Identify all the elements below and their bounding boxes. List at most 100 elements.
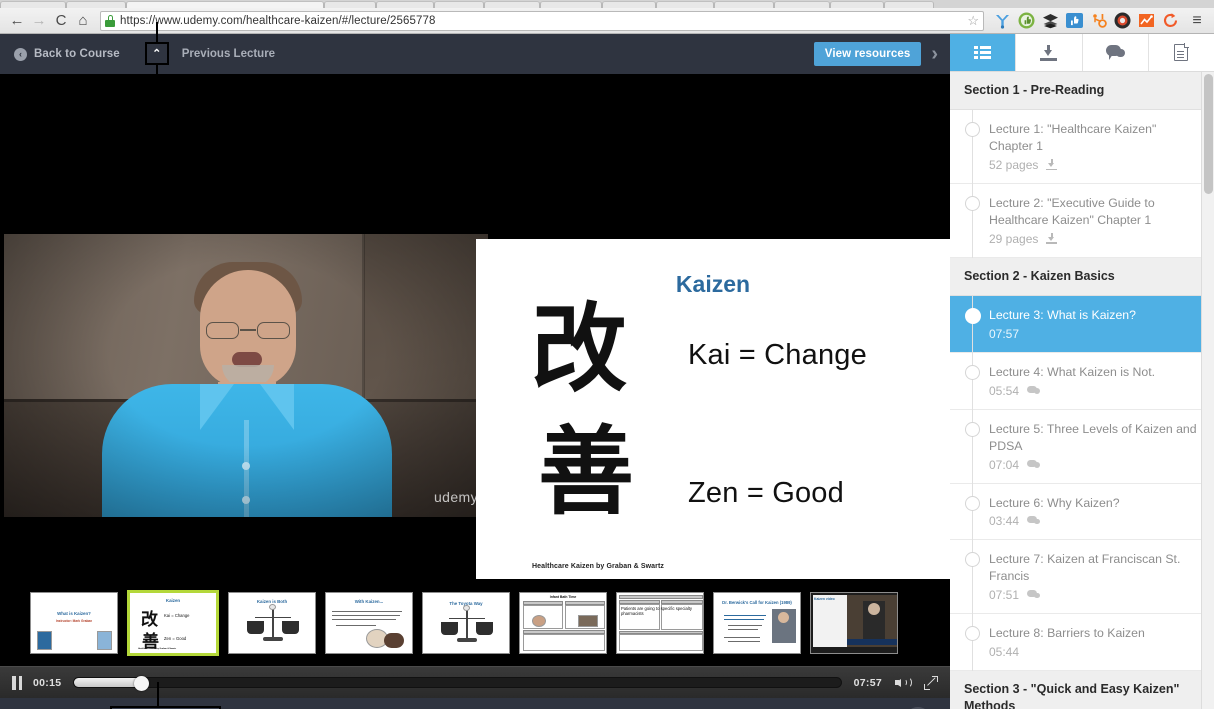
seek-slider[interactable]	[73, 676, 842, 691]
browser-tab-strip	[0, 0, 1214, 8]
fullscreen-icon[interactable]	[924, 675, 938, 690]
lecture-item[interactable]: Lecture 1: "Healthcare Kaizen" Chapter 1…	[950, 108, 1214, 184]
chat-icon[interactable]	[1027, 516, 1041, 526]
chat-icon[interactable]	[1027, 590, 1041, 600]
browser-tab[interactable]	[656, 1, 714, 8]
section-header: Section 2 - Kaizen Basics	[950, 257, 1214, 296]
chat-icon[interactable]	[1027, 459, 1041, 470]
back-icon[interactable]: ←	[6, 10, 28, 32]
thumbnail-sublabel: Instructor: Mark Graban	[55, 618, 93, 623]
browser-tab[interactable]	[484, 1, 540, 8]
tab-downloads[interactable]	[1016, 34, 1083, 71]
slide-thumbnail-active[interactable]: Kaizen 改 善 Kai = Change Zen = Good Healt…	[127, 589, 219, 656]
slide-thumbnail[interactable]: Kaizen is Both	[228, 591, 316, 654]
browser-tab[interactable]	[602, 1, 656, 8]
lecture-title: Lecture 5: Three Levels of Kaizen and PD…	[989, 421, 1197, 453]
lecture-nav-right: View resources ›	[813, 42, 950, 66]
completion-bullet[interactable]	[965, 121, 980, 137]
browser-tab[interactable]	[324, 1, 376, 8]
download-icon	[1040, 44, 1058, 61]
speaker-icon[interactable]	[895, 676, 912, 690]
back-to-course-link[interactable]: ‹ Back to Course	[0, 34, 134, 74]
scrollbar-thumb[interactable]	[1204, 74, 1213, 194]
lecture-item[interactable]: Lecture 7: Kaizen at Franciscan St. Fran…	[950, 539, 1214, 615]
bookmark-star-icon[interactable]: ☆	[961, 13, 979, 29]
browser-tab[interactable]	[66, 1, 126, 8]
lecture-item[interactable]: Lecture 8: Barriers to Kaizen 05:44	[950, 613, 1214, 672]
completion-bullet[interactable]	[965, 552, 980, 568]
address-bar[interactable]: https://www.udemy.com/healthcare-kaizen/…	[100, 10, 984, 31]
slide-thumbnail[interactable]: The Toyota Way	[422, 591, 510, 654]
yahoo-messenger-extension-icon[interactable]	[994, 12, 1011, 29]
previous-lecture-label[interactable]: Previous Lecture	[156, 48, 275, 60]
lecture-duration: 05:54	[989, 383, 1020, 398]
download-icon[interactable]	[1046, 159, 1058, 171]
view-resources-button[interactable]: View resources	[813, 42, 922, 66]
lecture-duration: 03:44	[989, 514, 1020, 529]
kanji-kai: 改	[531, 293, 627, 405]
browser-tab[interactable]	[0, 1, 66, 8]
video-stage[interactable]: udemy Kaizen 改 善 Kai = Change Zen = Good…	[0, 74, 950, 579]
analytics-extension-icon[interactable]	[1138, 12, 1155, 29]
sidebar-scrollbar[interactable]	[1201, 72, 1214, 709]
hubspot-extension-icon[interactable]	[1090, 12, 1107, 29]
browser-tab[interactable]	[774, 1, 830, 8]
browser-tab[interactable]	[884, 1, 934, 8]
back-to-course-label: Back to Course	[34, 48, 120, 60]
lecture-item[interactable]: Lecture 6: Why Kaizen? 03:44	[950, 482, 1214, 541]
browser-tab[interactable]	[714, 1, 774, 8]
webcam-video: udemy	[4, 234, 488, 517]
browser-tab[interactable]	[376, 1, 434, 8]
browser-menu-icon[interactable]: ≡	[1186, 10, 1208, 32]
browser-tab[interactable]	[434, 1, 484, 8]
seek-handle[interactable]	[134, 676, 150, 691]
lecture-item[interactable]: Lecture 2: "Executive Guide to Healthcar…	[950, 182, 1214, 258]
browser-tab[interactable]	[830, 1, 884, 8]
section-header: Section 1 - Pre-Reading	[950, 72, 1214, 110]
tab-discussions[interactable]	[1082, 34, 1149, 71]
browser-tab-active[interactable]	[126, 1, 324, 8]
slide-thumbnail-strip: What is Kaizen? Instructor: Mark Graban …	[0, 579, 950, 666]
completion-bullet[interactable]	[965, 364, 980, 380]
thumbnail-label: Kaizen	[165, 597, 181, 603]
browser-tab[interactable]	[540, 1, 602, 8]
home-icon[interactable]: ⌂	[72, 10, 94, 32]
completion-bullet[interactable]	[965, 626, 980, 642]
slide-thumbnail[interactable]: Kaizen video	[810, 591, 898, 654]
chat-icon	[1105, 45, 1125, 60]
chrome-extension-icon[interactable]	[1114, 12, 1131, 29]
lecture-bottom-bar: NEXT LECTURE Auto Play OFF ✔	[0, 682, 950, 709]
tab-curriculum[interactable]	[950, 34, 1017, 71]
slide-thumbnail[interactable]: Infant Bath Time	[519, 591, 607, 654]
thumbnail-label: Infant Bath Time	[549, 594, 577, 599]
slide-thumbnail[interactable]: Patients are going to specific specialty…	[616, 591, 704, 654]
forward-icon[interactable]: →	[28, 10, 50, 32]
chevron-right-icon[interactable]: ›	[931, 44, 942, 64]
thumbs-up-extension-icon[interactable]	[1018, 12, 1035, 29]
player-right-controls	[895, 675, 938, 690]
pause-button[interactable]	[12, 675, 22, 690]
completion-bullet[interactable]	[965, 195, 980, 211]
page-content: ‹ Back to Course ⌃ Previous Lecture View…	[0, 22, 1214, 709]
chevron-up-icon[interactable]: ⌃	[144, 42, 169, 65]
tab-notes[interactable]	[1148, 34, 1214, 71]
slide-thumbnail[interactable]: Dr. Berwick's Call for Kaizen (1989)	[713, 591, 801, 654]
completion-bullet[interactable]	[965, 307, 981, 324]
completion-bullet[interactable]	[965, 495, 980, 511]
lecture-item-active[interactable]: Lecture 3: What is Kaizen? 07:57	[950, 294, 1214, 353]
lock-icon	[105, 14, 115, 27]
document-icon	[1174, 43, 1189, 61]
refresh-extension-icon[interactable]	[1162, 12, 1179, 29]
completion-bullet[interactable]	[965, 421, 980, 437]
layers-extension-icon[interactable]	[1042, 12, 1059, 29]
slide-line-zen: Zen = Good	[688, 477, 844, 509]
download-icon[interactable]	[1046, 233, 1058, 245]
chat-icon[interactable]	[1027, 385, 1041, 396]
lecture-item[interactable]: Lecture 4: What Kaizen is Not. 05:54	[950, 351, 1214, 410]
reload-icon[interactable]: C	[50, 10, 72, 32]
lecture-item[interactable]: Lecture 5: Three Levels of Kaizen and PD…	[950, 408, 1214, 484]
lecture-pages: 52 pages	[989, 157, 1039, 172]
facebook-extension-icon[interactable]	[1066, 12, 1083, 29]
slide-thumbnail[interactable]: What is Kaizen? Instructor: Mark Graban	[30, 591, 118, 654]
slide-thumbnail[interactable]: With Kaizen...	[325, 591, 413, 654]
